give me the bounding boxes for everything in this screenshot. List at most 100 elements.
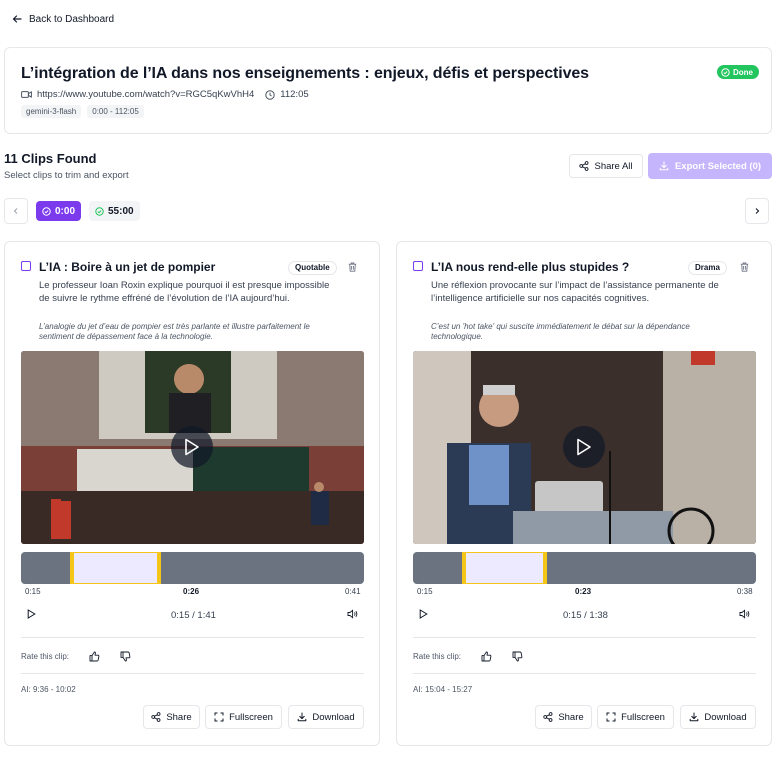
rate-clip-row: Rate this clip: bbox=[413, 651, 523, 662]
share-button[interactable]: Share bbox=[535, 705, 592, 729]
video-title: L’intégration de l’IA dans nos enseignem… bbox=[21, 65, 589, 82]
share-icon bbox=[579, 161, 589, 171]
video-tags: gemini-3-flash 0:00 - 112:05 bbox=[21, 105, 144, 118]
clip-card: L’IA nous rend-elle plus stupides ? Dram… bbox=[396, 241, 772, 746]
divider bbox=[21, 637, 364, 638]
download-button[interactable]: Download bbox=[680, 705, 756, 729]
download-label: Download bbox=[704, 711, 747, 723]
video-url[interactable]: https://www.youtube.com/watch?v=RGC5qKwV… bbox=[37, 89, 254, 100]
trim-duration-time: 0:23 bbox=[575, 587, 592, 596]
play-icon bbox=[419, 609, 428, 619]
share-label: Share bbox=[558, 711, 584, 723]
clip-category-badge: Drama bbox=[688, 261, 727, 275]
video-camera-icon bbox=[21, 91, 32, 98]
thumbs-up-icon[interactable] bbox=[89, 651, 100, 662]
divider bbox=[413, 637, 756, 638]
play-button[interactable] bbox=[419, 609, 428, 619]
divider bbox=[413, 673, 756, 674]
back-label: Back to Dashboard bbox=[29, 13, 115, 25]
divider bbox=[21, 673, 364, 674]
export-selected-label: Export Selected (0) bbox=[674, 160, 762, 172]
ai-range: AI: 9:36 - 10:02 bbox=[21, 685, 76, 694]
video-meta: https://www.youtube.com/watch?v=RGC5qKwV… bbox=[21, 89, 309, 100]
volume-button[interactable] bbox=[739, 609, 750, 619]
trim-timeline[interactable] bbox=[21, 552, 364, 584]
rate-label: Rate this clip: bbox=[21, 652, 70, 661]
clip-title: L’IA : Boire à un jet de pompier bbox=[39, 260, 216, 274]
fullscreen-button[interactable]: Fullscreen bbox=[205, 705, 282, 729]
share-all-button[interactable]: Share All bbox=[569, 154, 643, 178]
video-duration: 112:05 bbox=[280, 89, 309, 100]
trim-timeline[interactable] bbox=[413, 552, 756, 584]
fullscreen-icon bbox=[606, 712, 616, 722]
download-label: Download bbox=[312, 711, 355, 723]
trim-duration-time: 0:26 bbox=[183, 587, 200, 596]
playback-time: 0:15 / 1:41 bbox=[171, 610, 216, 621]
clip-description: Le professeur Ioan Roxin explique pourqu… bbox=[39, 280, 330, 304]
download-icon bbox=[690, 712, 699, 722]
delete-clip-button[interactable] bbox=[740, 262, 749, 272]
play-overlay-button[interactable] bbox=[171, 426, 213, 468]
segment-chip-1[interactable]: 55:00 bbox=[89, 201, 140, 221]
play-icon bbox=[185, 438, 199, 456]
clip-select-checkbox[interactable] bbox=[413, 261, 423, 271]
trash-icon bbox=[740, 262, 749, 272]
share-icon bbox=[543, 712, 553, 722]
playback-time: 0:15 / 1:38 bbox=[563, 610, 608, 621]
thumbs-down-icon[interactable] bbox=[512, 651, 523, 662]
segment-chip-0[interactable]: 0:00 bbox=[36, 201, 82, 221]
back-to-dashboard-link[interactable]: Back to Dashboard bbox=[12, 12, 114, 26]
trim-start-handle[interactable] bbox=[70, 552, 74, 584]
thumbs-down-icon[interactable] bbox=[120, 651, 131, 662]
status-badge: Done bbox=[717, 65, 759, 79]
clock-icon bbox=[265, 89, 275, 100]
trim-selection bbox=[71, 552, 160, 584]
rate-label: Rate this clip: bbox=[413, 652, 462, 661]
trim-start-handle[interactable] bbox=[462, 552, 466, 584]
rate-clip-row: Rate this clip: bbox=[21, 651, 131, 662]
fullscreen-icon bbox=[214, 712, 224, 722]
clips-subtitle: Select clips to trim and export bbox=[4, 170, 129, 181]
check-circle-icon bbox=[42, 206, 51, 216]
clip-select-checkbox[interactable] bbox=[21, 261, 31, 271]
check-circle-icon bbox=[95, 206, 104, 216]
chevron-left-icon bbox=[13, 208, 18, 214]
clips-count-title: 11 Clips Found bbox=[4, 151, 97, 166]
share-all-label: Share All bbox=[594, 160, 633, 172]
volume-icon bbox=[739, 609, 750, 619]
fullscreen-button[interactable]: Fullscreen bbox=[597, 705, 674, 729]
share-button[interactable]: Share bbox=[143, 705, 200, 729]
trim-end-time: 0:41 bbox=[345, 587, 361, 596]
play-button[interactable] bbox=[27, 609, 36, 619]
download-icon bbox=[659, 161, 669, 171]
download-button[interactable]: Download bbox=[288, 705, 364, 729]
play-icon bbox=[27, 609, 36, 619]
download-icon bbox=[298, 712, 307, 722]
clip-video-player[interactable] bbox=[413, 351, 756, 544]
segments-next-button[interactable] bbox=[745, 198, 769, 224]
clip-video-player[interactable] bbox=[21, 351, 364, 544]
clip-category-badge: Quotable bbox=[288, 261, 337, 275]
trim-end-time: 0:38 bbox=[737, 587, 753, 596]
trim-end-handle[interactable] bbox=[157, 552, 161, 584]
chevron-right-icon bbox=[755, 208, 760, 214]
play-icon bbox=[577, 438, 591, 456]
status-label: Done bbox=[733, 67, 753, 77]
fullscreen-label: Fullscreen bbox=[229, 711, 273, 723]
export-selected-button[interactable]: Export Selected (0) bbox=[648, 153, 772, 179]
trim-start-time: 0:15 bbox=[417, 587, 433, 596]
fullscreen-label: Fullscreen bbox=[621, 711, 665, 723]
delete-clip-button[interactable] bbox=[348, 262, 357, 272]
arrow-left-icon bbox=[12, 15, 22, 23]
share-icon bbox=[151, 712, 161, 722]
trash-icon bbox=[348, 262, 357, 272]
play-overlay-button[interactable] bbox=[563, 426, 605, 468]
check-circle-icon bbox=[721, 67, 730, 77]
segments-prev-button[interactable] bbox=[4, 198, 28, 224]
clip-description: Une réflexion provocante sur l’impact de… bbox=[431, 280, 719, 304]
trim-end-handle[interactable] bbox=[543, 552, 547, 584]
model-tag: gemini-3-flash bbox=[21, 105, 82, 118]
thumbs-up-icon[interactable] bbox=[481, 651, 492, 662]
volume-icon bbox=[347, 609, 358, 619]
volume-button[interactable] bbox=[347, 609, 358, 619]
